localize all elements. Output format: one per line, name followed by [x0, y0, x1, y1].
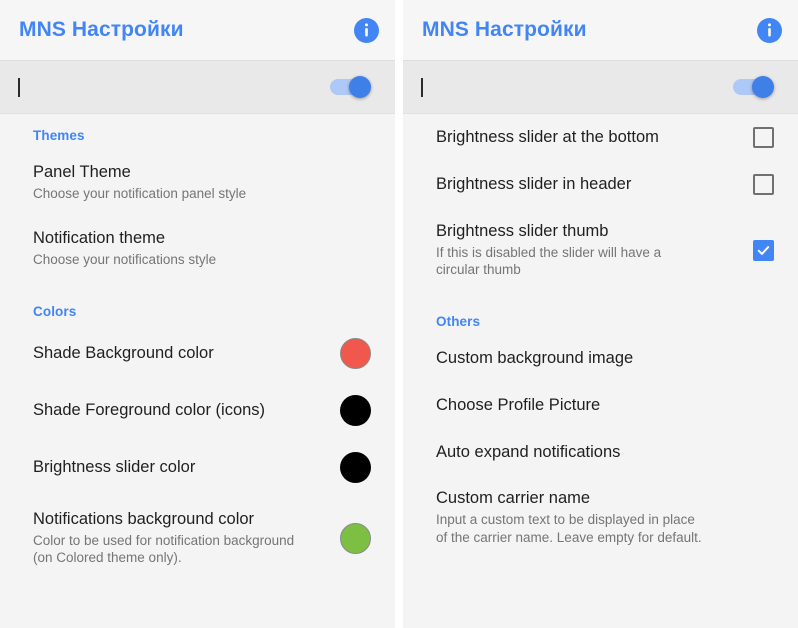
checkbox-brightness-slider-thumb[interactable] [753, 239, 774, 261]
pref-title: Brightness slider at the bottom [436, 128, 659, 147]
pref-title: Shade Background color [33, 344, 214, 363]
pref-text-group: Brightness slider thumb If this is disab… [436, 221, 714, 279]
section-header-colors: Colors [33, 303, 77, 319]
info-circle-icon[interactable] [757, 17, 782, 43]
right-title-bar: MNS Настройки [403, 0, 798, 61]
info-circle-icon[interactable] [354, 17, 379, 43]
pref-summary: Choose your notification panel style [33, 185, 247, 201]
master-toggle-switch[interactable] [328, 76, 375, 98]
text-cursor-icon [18, 77, 20, 97]
pref-text-group: Custom carrier name Input a custom text … [436, 488, 714, 546]
color-swatch-brightness-slider[interactable] [340, 451, 371, 483]
pref-notification-theme[interactable]: Notification theme Choose your notificat… [0, 215, 395, 281]
pref-shade-background-color[interactable]: Shade Background color [0, 325, 395, 382]
pref-title: Auto expand notifications [436, 442, 621, 461]
pref-choose-profile-picture[interactable]: Choose Profile Picture [403, 382, 798, 429]
pref-text-group: Panel Theme Choose your notification pan… [33, 162, 256, 202]
pref-text-group: Auto expand notifications [436, 442, 630, 463]
left-settings-panel: MNS Настройки Themes Panel Theme Choose … [0, 0, 395, 628]
pref-title: Notification theme [33, 229, 166, 248]
master-toggle-switch[interactable] [731, 76, 778, 98]
toggle-thumb [349, 76, 371, 98]
pref-shade-foreground-color[interactable]: Shade Foreground color (icons) [0, 382, 395, 439]
pref-title: Brightness slider thumb [436, 222, 609, 240]
color-swatch-notifications-background[interactable] [340, 522, 371, 554]
pref-summary: If this is disabled the slider will have… [436, 244, 662, 278]
color-swatch-shade-foreground[interactable] [340, 394, 371, 426]
pref-text-group: Brightness slider at the bottom [436, 127, 669, 148]
pref-title: Choose Profile Picture [436, 395, 601, 414]
left-search-bar[interactable] [0, 61, 395, 114]
pref-brightness-slider-bottom[interactable]: Brightness slider at the bottom [403, 114, 798, 161]
pref-notifications-background-color[interactable]: Notifications background color Color to … [0, 496, 395, 580]
section-header-others: Others [436, 314, 481, 330]
pref-text-group: Custom background image [436, 348, 643, 369]
pref-custom-carrier-name[interactable]: Custom carrier name Input a custom text … [403, 475, 798, 559]
left-preferences-list: Themes Panel Theme Choose your notificat… [0, 114, 395, 628]
right-settings-panel: MNS Настройки Brightness slider at the b… [403, 0, 798, 628]
search-input[interactable] [18, 61, 328, 113]
pref-title: Brightness slider color [33, 458, 196, 477]
pref-text-group: Notifications background color Color to … [33, 509, 311, 567]
pref-title: Brightness slider in header [436, 175, 632, 194]
pref-text-group: Notification theme Choose your notificat… [33, 228, 226, 268]
search-input[interactable] [421, 61, 731, 113]
pref-title: Shade Foreground color (icons) [33, 401, 266, 420]
pref-summary: Input a custom text to be displayed in p… [436, 511, 702, 545]
pref-text-group: Shade Foreground color (icons) [33, 400, 275, 421]
pref-auto-expand-notifications[interactable]: Auto expand notifications [403, 429, 798, 476]
right-search-bar[interactable] [403, 61, 798, 114]
page-title: MNS Настройки [422, 18, 587, 41]
section-header-themes: Themes [33, 128, 85, 143]
dual-panel-screenshot: MNS Настройки Themes Panel Theme Choose … [0, 0, 798, 628]
pref-text-group: Choose Profile Picture [436, 395, 610, 416]
left-title-bar: MNS Настройки [0, 0, 395, 61]
pref-summary: Choose your notifications style [33, 252, 217, 268]
pref-text-group: Brightness slider color [33, 457, 205, 478]
color-swatch-shade-background[interactable] [340, 337, 371, 369]
pref-title: Notifications background color [33, 509, 255, 528]
pref-brightness-slider-thumb[interactable]: Brightness slider thumb If this is disab… [403, 208, 798, 292]
toggle-thumb [752, 76, 774, 98]
pref-brightness-slider-color[interactable]: Brightness slider color [0, 439, 395, 496]
panel-divider [395, 0, 403, 628]
pref-panel-theme[interactable]: Panel Theme Choose your notification pan… [0, 149, 395, 215]
page-title: MNS Настройки [19, 18, 184, 41]
pref-custom-background-image[interactable]: Custom background image [403, 335, 798, 382]
text-cursor-icon [421, 77, 423, 97]
pref-text-group: Shade Background color [33, 343, 224, 364]
pref-title: Custom carrier name [436, 489, 591, 508]
right-preferences-list: Brightness slider at the bottom Brightne… [403, 114, 798, 628]
pref-summary: Color to be used for notification backgr… [33, 532, 295, 566]
pref-brightness-slider-header[interactable]: Brightness slider in header [403, 161, 798, 208]
checkbox-brightness-slider-bottom[interactable] [753, 127, 774, 148]
checkbox-brightness-slider-header[interactable] [753, 174, 774, 195]
pref-text-group: Brightness slider in header [436, 174, 641, 195]
pref-title: Custom background image [436, 349, 634, 368]
pref-title: Panel Theme [33, 163, 131, 181]
